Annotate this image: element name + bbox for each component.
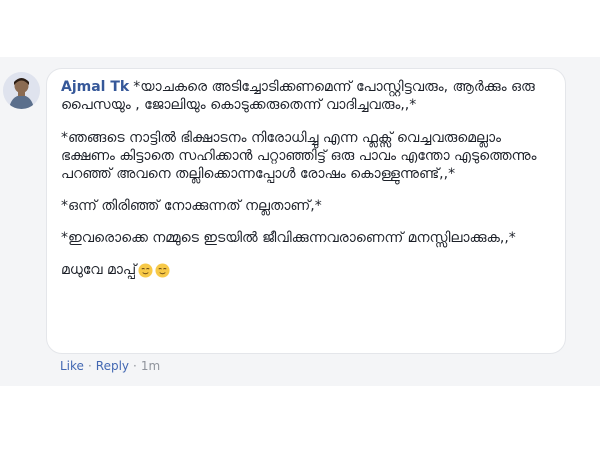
- user-avatar-icon: [3, 72, 40, 109]
- comment-paragraph: Ajmal Tk *യാചകരെ അടിച്ചോടിക്കണമെന്ന് പോസ്…: [61, 78, 551, 114]
- reply-link[interactable]: Reply: [96, 359, 129, 373]
- facebook-comment-screenshot: Ajmal Tk *യാചകരെ അടിച്ചോടിക്കണമെന്ന് പോസ്…: [0, 0, 600, 450]
- comment-text: *യാചകരെ അടിച്ചോടിക്കണമെന്ന് പോസ്റ്റിട്ടവ…: [61, 79, 535, 113]
- comment-paragraph: *ഞങ്ങടെ നാട്ടിൽ ഭിക്ഷാടനം നിരോധിച്ചു എന്…: [61, 130, 537, 182]
- comment-text: മധുവേ മാപ്പ്: [61, 262, 137, 278]
- comment-bubble: Ajmal Tk *യാചകരെ അടിച്ചോടിക്കണമെന്ന് പോസ്…: [46, 68, 566, 354]
- comment-actions: Like · Reply · 1m: [60, 358, 160, 374]
- comment-timestamp[interactable]: 1m: [141, 359, 160, 373]
- separator: ·: [87, 359, 92, 373]
- comment-paragraph: *ഇവരൊക്കെ നമ്മുടെ ഇടയിൽ ജീവിക്കുന്നവരാണെ…: [61, 230, 516, 246]
- relieved-face-icon: [138, 262, 153, 278]
- avatar[interactable]: [3, 72, 40, 109]
- relieved-face-icon: [155, 262, 170, 278]
- comment-paragraph: *ഒന്ന് തിരിഞ്ഞ് നോക്കുന്നത് നല്ലതാണ്,*: [61, 198, 322, 214]
- comment-paragraph: മധുവേ മാപ്പ്: [61, 261, 551, 279]
- like-link[interactable]: Like: [60, 359, 84, 373]
- separator: ·: [133, 359, 137, 373]
- comment-author[interactable]: Ajmal Tk: [61, 79, 129, 95]
